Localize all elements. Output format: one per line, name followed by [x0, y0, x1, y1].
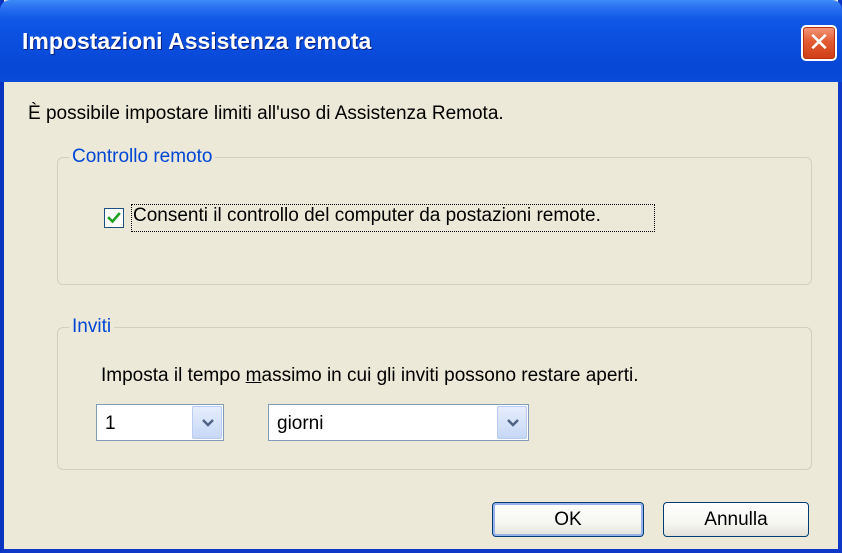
unit-select[interactable]: giorni	[268, 404, 529, 441]
close-button[interactable]: ✕	[801, 25, 837, 61]
unit-dropdown-button[interactable]	[497, 406, 527, 439]
chevron-down-icon	[507, 419, 519, 427]
remote-control-group-label: Controllo remoto	[69, 146, 216, 168]
ok-button[interactable]: OK	[492, 502, 644, 537]
close-icon: ✕	[808, 28, 830, 58]
invitations-group-label: Inviti	[69, 316, 115, 338]
invitations-group	[57, 327, 812, 470]
title-bar[interactable]: Impostazioni Assistenza remota ✕	[0, 0, 842, 82]
duration-dropdown-button[interactable]	[192, 406, 222, 439]
checkmark-icon	[107, 212, 121, 224]
invitations-description-text: Imposta il tempo massimo in cui gli invi…	[101, 365, 639, 386]
invitations-description: Imposta il tempo massimo in cui gli invi…	[101, 365, 639, 387]
cancel-button[interactable]: Annulla	[663, 502, 809, 537]
duration-select[interactable]: 1	[96, 404, 224, 441]
duration-value: 1	[105, 413, 116, 434]
chevron-down-icon	[202, 419, 214, 427]
remote-control-checkbox[interactable]	[104, 208, 124, 228]
unit-value: giorni	[277, 413, 324, 434]
window-title: Impostazioni Assistenza remota	[22, 28, 372, 54]
dialog-window: Impostazioni Assistenza remota ✕ È possi…	[0, 0, 842, 553]
remote-control-checkbox-label[interactable]: Consenti il controllo del computer da po…	[133, 205, 601, 227]
intro-text: È possibile impostare limiti all'uso di …	[28, 103, 504, 124]
